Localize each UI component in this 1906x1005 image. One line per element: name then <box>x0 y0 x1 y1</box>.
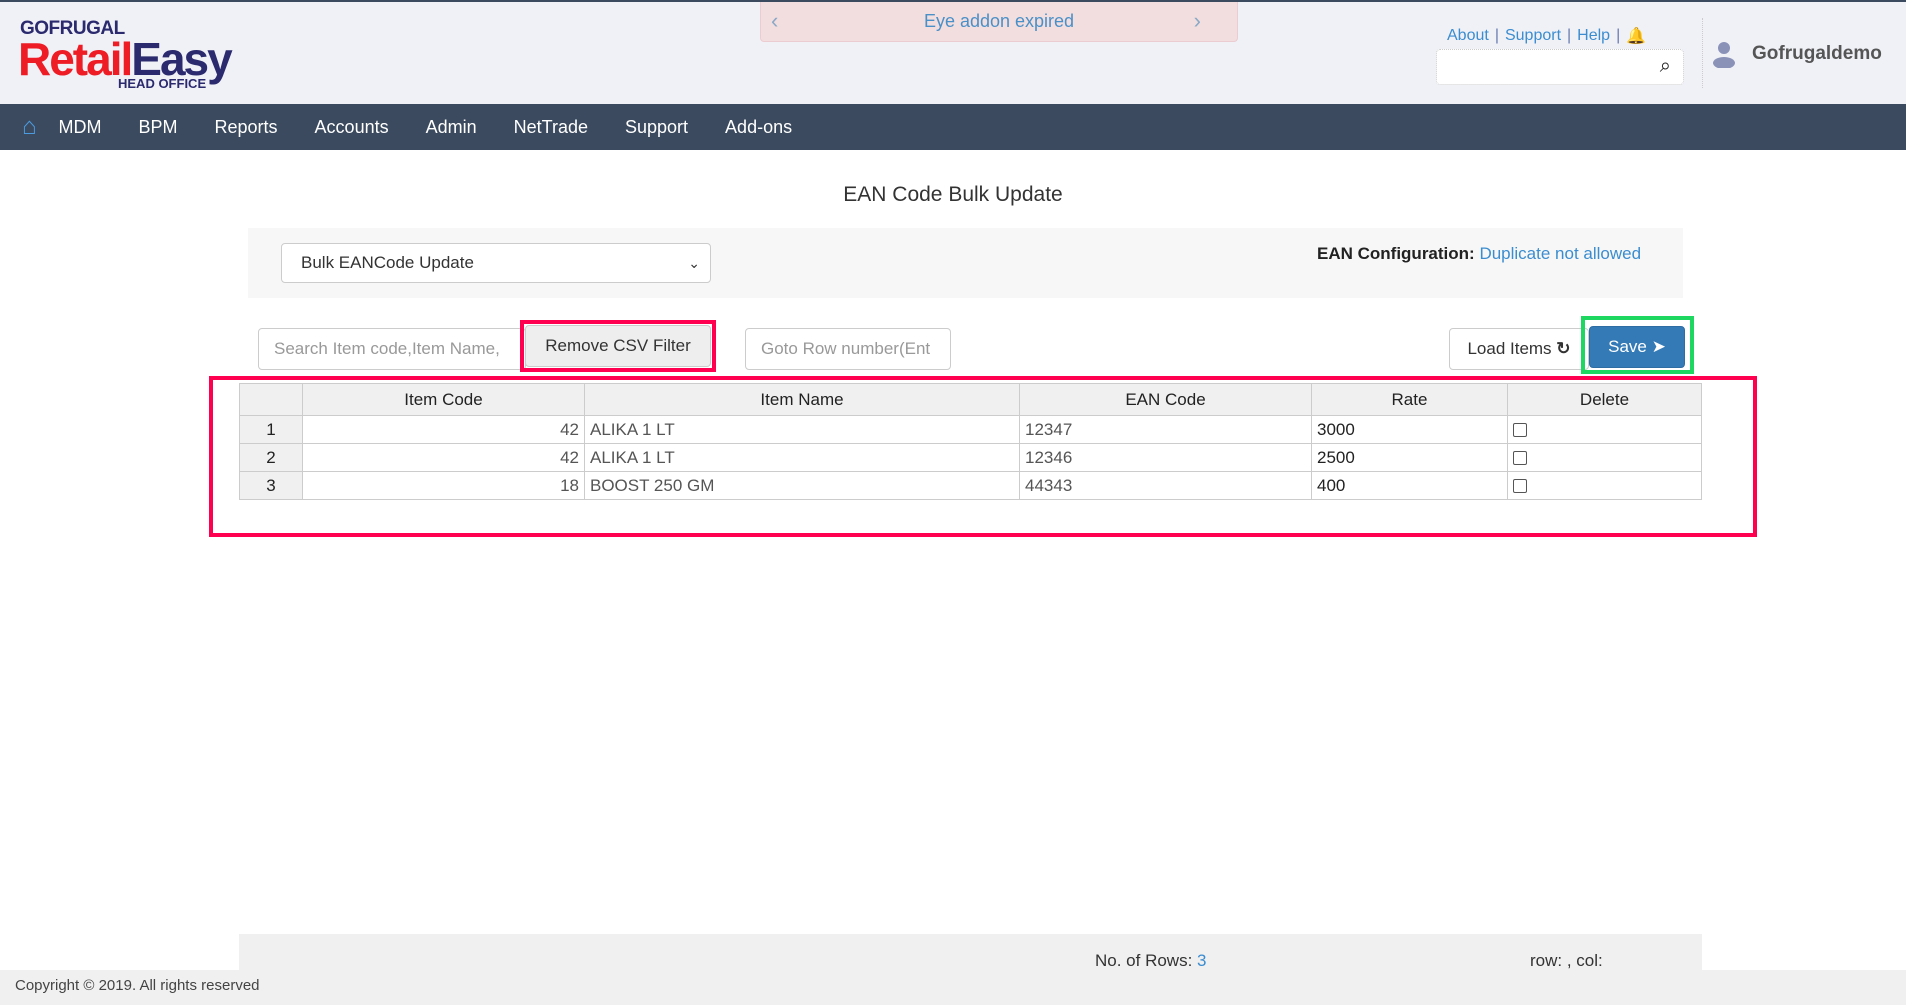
table-row: 3 18 BOOST 250 GM 44343 400 <box>239 471 1702 500</box>
table-row: 2 42 ALIKA 1 LT 12346 2500 <box>239 443 1702 472</box>
table-header: Item Code Item Name EAN Code Rate Delete <box>239 383 1702 416</box>
ean-table: Item Code Item Name EAN Code Rate Delete… <box>239 383 1702 500</box>
table-footer: No. of Rows: 3 row: , col: <box>239 934 1702 970</box>
nav-accounts[interactable]: Accounts <box>315 117 389 138</box>
header: GOFRUGAL RetailEasy HEAD OFFICE ‹ Eye ad… <box>0 0 1906 104</box>
mode-select[interactable]: Bulk EANCode Update ⌄ <box>281 243 711 283</box>
divider <box>1702 18 1703 88</box>
col-rownum <box>239 383 303 416</box>
search-icon[interactable]: ⌕ <box>1660 55 1671 78</box>
remove-csv-filter-button[interactable]: Remove CSV Filter <box>525 325 711 367</box>
delete-checkbox[interactable] <box>1513 479 1527 493</box>
logo-subtitle: HEAD OFFICE <box>118 76 207 91</box>
ean-configuration: EAN Configuration: Duplicate not allowed <box>1317 244 1642 263</box>
cell-position: row: , col: <box>1530 951 1603 970</box>
load-items-button[interactable]: Load Items ↻ <box>1449 328 1589 370</box>
nav-bpm[interactable]: BPM <box>139 117 178 138</box>
top-links: About | Support | Help | 🔔 <box>1447 26 1647 46</box>
nav-nettrade[interactable]: NetTrade <box>514 117 588 138</box>
copyright: Copyright © 2019. All rights reserved <box>0 970 1906 1005</box>
table-row: 1 42 ALIKA 1 LT 12347 3000 <box>239 415 1702 444</box>
nav-addons[interactable]: Add-ons <box>725 117 792 138</box>
bell-icon[interactable]: 🔔 <box>1626 26 1646 46</box>
global-search-input[interactable]: ⌕ <box>1436 49 1684 85</box>
nav-support[interactable]: Support <box>625 117 688 138</box>
col-item-code: Item Code <box>302 383 585 416</box>
banner-text: Eye addon expired <box>923 11 1075 31</box>
user-icon <box>1713 42 1735 68</box>
save-button[interactable]: Save ➤ <box>1589 326 1685 368</box>
goto-row-input[interactable]: Goto Row number(Ent <box>745 328 951 370</box>
search-input[interactable]: Search Item code,Item Name, <box>258 328 526 370</box>
user-menu[interactable]: Gofrugaldemo <box>1712 40 1882 68</box>
nav-mdm[interactable]: MDM <box>59 117 102 138</box>
delete-checkbox[interactable] <box>1513 451 1527 465</box>
delete-checkbox[interactable] <box>1513 423 1527 437</box>
col-item-name: Item Name <box>584 383 1020 416</box>
main-nav: ⌂ MDM BPM Reports Accounts Admin NetTrad… <box>0 104 1906 150</box>
nav-admin[interactable]: Admin <box>426 117 477 138</box>
username: Gofrugaldemo <box>1752 43 1882 64</box>
about-link[interactable]: About <box>1447 27 1489 45</box>
chevron-down-icon: ⌄ <box>688 255 700 271</box>
send-icon: ➤ <box>1651 337 1666 356</box>
chevron-left-icon[interactable]: ‹ <box>771 8 778 34</box>
chevron-right-icon[interactable]: › <box>1194 8 1201 34</box>
addon-banner: ‹ Eye addon expired › <box>760 2 1238 42</box>
col-rate: Rate <box>1311 383 1508 416</box>
page-title: EAN Code Bulk Update <box>843 183 1063 206</box>
refresh-icon: ↻ <box>1556 339 1571 358</box>
row-count: No. of Rows: 3 <box>1095 951 1207 970</box>
nav-reports[interactable]: Reports <box>215 117 278 138</box>
home-icon[interactable]: ⌂ <box>22 113 37 141</box>
support-link[interactable]: Support <box>1505 27 1561 45</box>
col-ean-code: EAN Code <box>1019 383 1312 416</box>
help-link[interactable]: Help <box>1577 27 1610 45</box>
col-delete: Delete <box>1507 383 1702 416</box>
